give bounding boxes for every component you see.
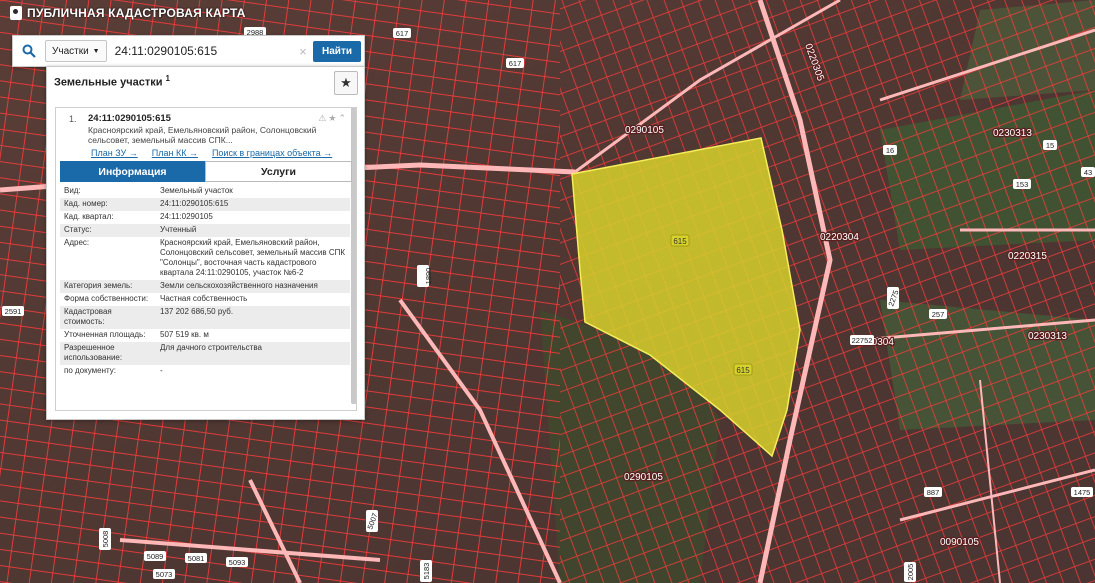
parcel-number-label: 43 xyxy=(1081,167,1095,177)
info-row: Вид: Земельный участок xyxy=(64,186,233,195)
quarter-label: 0230313 xyxy=(1028,331,1067,342)
result-actions: ⚠ ★ ⌃ xyxy=(318,113,346,124)
results-panel: Земельные участки 1 ★ 1. 24:11:0290105:6… xyxy=(46,66,365,420)
parcel-number-label: 5183 xyxy=(420,560,432,582)
svg-text:2005: 2005 xyxy=(906,564,915,581)
result-cad-number[interactable]: 24:11:0290105:615 xyxy=(88,113,171,124)
result-links: План ЗУ → План КК → Поиск в границах объ… xyxy=(91,148,332,158)
info-row: Кад. номер: 24:11:0290105:615 xyxy=(60,198,350,211)
info-table: Вид: Земельный участок Кад. номер: 24:11:0… xyxy=(60,185,350,378)
parcel-number-label: 1475 xyxy=(1071,487,1093,497)
parcel-number-label: 617 xyxy=(393,28,411,38)
parcel-number-label: 5008 xyxy=(99,528,111,550)
result-address: Красноярский край, Емельяновский район, … xyxy=(88,125,317,145)
result-item: 1. 24:11:0290105:615 ⚠ ★ ⌃ Красноярский … xyxy=(55,107,357,411)
parcel-number-label: 5081 xyxy=(185,553,207,563)
svg-text:2591: 2591 xyxy=(5,307,22,316)
tab-information[interactable]: Информация xyxy=(60,161,205,182)
cad-quarter-link[interactable]: 24:11:0290105 xyxy=(156,211,350,224)
app-title: ПУБЛИЧНАЯ КАДАСТРОВАЯ КАРТА xyxy=(10,6,246,20)
svg-text:5081: 5081 xyxy=(188,554,205,563)
svg-text:1890: 1890 xyxy=(424,268,433,285)
svg-text:16: 16 xyxy=(886,146,894,155)
info-row: Форма собственности: Частная собственност… xyxy=(64,294,248,303)
svg-text:615: 615 xyxy=(736,366,750,375)
parcel-number-label: 2005 xyxy=(904,562,916,582)
search-input[interactable] xyxy=(112,43,296,59)
svg-text:5089: 5089 xyxy=(147,552,164,561)
info-row: по документу: - xyxy=(64,366,163,375)
info-row: Кад. квартал: 24:11:0290105 xyxy=(60,211,350,224)
cad-number-link[interactable]: 24:11:0290105:615 xyxy=(156,198,350,211)
tab-services[interactable]: Услуги xyxy=(205,161,352,182)
svg-text:617: 617 xyxy=(509,59,522,68)
scrollbar[interactable] xyxy=(351,108,356,404)
favorite-star-button[interactable]: ★ xyxy=(334,71,358,95)
parcel-number-label: 617 xyxy=(506,58,524,68)
svg-text:617: 617 xyxy=(396,29,409,38)
search-type-label: Участки xyxy=(52,45,89,57)
info-row: Кадастровая стоимость: 137 202 686,50 руб… xyxy=(60,306,350,329)
quarter-label: 0090105 xyxy=(940,537,979,548)
svg-text:1475: 1475 xyxy=(1074,488,1091,497)
parcel-number-label: 5089 xyxy=(144,551,166,561)
plan-kk-link[interactable]: План КК → xyxy=(152,148,198,158)
parcel-number-label: 1890 xyxy=(417,265,433,287)
search-bar: Участки ▼ × Найти xyxy=(12,35,365,67)
svg-text:15: 15 xyxy=(1046,141,1054,150)
parcel-number-label: 5007 xyxy=(365,510,380,532)
parcel-number-label: 2591 xyxy=(2,306,24,316)
result-index: 1. xyxy=(69,114,77,124)
cadastre-logo-icon xyxy=(10,6,22,20)
info-row: Разрешенное использование: Для дачного ст… xyxy=(60,342,350,365)
plan-zu-link[interactable]: План ЗУ → xyxy=(91,148,138,158)
svg-text:887: 887 xyxy=(927,488,940,497)
svg-text:615: 615 xyxy=(673,237,687,246)
parcel-label-south: 615 xyxy=(733,363,753,376)
svg-text:5008: 5008 xyxy=(101,531,110,548)
parcel-number-label: 887 xyxy=(924,487,942,497)
app-title-text: ПУБЛИЧНАЯ КАДАСТРОВАЯ КАРТА xyxy=(27,6,246,20)
svg-text:5093: 5093 xyxy=(229,558,246,567)
results-count: 1 xyxy=(165,74,170,83)
quarter-label: 0290105 xyxy=(624,472,663,483)
parcel-label-center: 615 xyxy=(670,234,690,247)
parcel-number-label: 257 xyxy=(929,309,947,319)
info-row: Адрес: Красноярский край, Емельяновский р… xyxy=(64,238,346,277)
parcel-number-label: 5093 xyxy=(226,557,248,567)
search-icon[interactable] xyxy=(13,36,45,66)
info-row: Уточненная площадь: 507 519 кв. м xyxy=(64,330,209,339)
warning-icon[interactable]: ⚠ xyxy=(318,113,326,124)
parcel-number-label: 5073 xyxy=(153,569,175,579)
parcel-number-label: 16 xyxy=(883,145,897,155)
parcel-number-label: 22752 xyxy=(850,335,874,345)
svg-text:153: 153 xyxy=(1016,180,1029,189)
info-row: Категория земель: Земли сельскохозяйствен… xyxy=(60,280,350,293)
quarter-label: 0220315 xyxy=(1008,251,1047,262)
caret-down-icon: ▼ xyxy=(92,47,100,55)
clear-icon[interactable]: × xyxy=(295,44,311,59)
search-in-bounds-link[interactable]: Поиск в границах объекта → xyxy=(212,148,332,158)
svg-text:257: 257 xyxy=(932,310,945,319)
svg-text:22752: 22752 xyxy=(852,336,873,345)
info-row: Статус: Учтенный xyxy=(60,224,350,237)
parcel-number-label: 15 xyxy=(1043,140,1057,150)
star-icon[interactable]: ★ xyxy=(328,113,336,124)
parcel-number-label: 153 xyxy=(1013,179,1031,189)
quarter-label: 0230313 xyxy=(993,128,1032,139)
quarter-label: 0220304 xyxy=(820,232,859,243)
svg-text:43: 43 xyxy=(1084,168,1092,177)
info-tabs: Информация Услуги xyxy=(60,161,352,182)
find-button[interactable]: Найти xyxy=(313,40,361,62)
svg-text:5073: 5073 xyxy=(156,570,173,579)
parcel-number-label: 2275 xyxy=(886,287,901,309)
panel-title: Земельные участки 1 xyxy=(54,74,170,89)
panel-header: Земельные участки 1 ★ xyxy=(47,67,364,101)
collapse-chevron-icon[interactable]: ⌃ xyxy=(338,113,346,124)
search-type-select[interactable]: Участки ▼ xyxy=(45,40,107,62)
svg-text:5183: 5183 xyxy=(422,563,431,580)
quarter-label: 0290105 xyxy=(625,125,664,136)
